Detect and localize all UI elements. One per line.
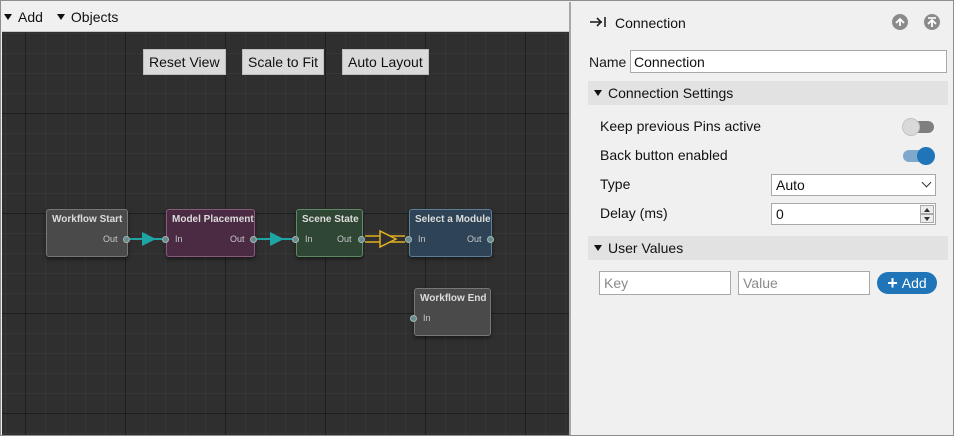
spin-up-icon[interactable] (920, 205, 934, 214)
arrow-into-icon (590, 15, 608, 33)
inspector-header: Connection (571, 2, 953, 44)
keep-pins-label: Keep previous Pins active (600, 118, 762, 134)
delay-value: 0 (776, 206, 784, 222)
node-workflow-end[interactable]: Workflow End In (410, 288, 491, 336)
user-values-header[interactable]: User Values (588, 236, 948, 260)
out-pin-label: Out (103, 234, 118, 244)
delay-spinbox[interactable]: 0 (771, 203, 936, 225)
graph-canvas[interactable]: Reset View Scale to Fit Auto Layout Work… (2, 33, 569, 435)
value-input[interactable] (738, 271, 870, 295)
add-menu-label: Add (18, 8, 43, 25)
section-title: User Values (608, 240, 684, 256)
keep-pins-toggle[interactable] (902, 118, 934, 136)
out-pin-label: Out (230, 234, 245, 244)
back-button-label: Back button enabled (600, 147, 728, 163)
name-label: Name (589, 54, 627, 70)
in-pin-label: In (423, 313, 431, 323)
node-scene-state[interactable]: Scene State In Out (292, 209, 365, 257)
name-input[interactable] (630, 50, 947, 73)
link-start-to-model[interactable] (130, 232, 162, 246)
key-input[interactable] (599, 271, 731, 295)
in-pin-label: In (175, 234, 183, 244)
node-workflow-start[interactable]: Workflow Start Out (46, 209, 130, 257)
arrow-top-icon[interactable] (924, 14, 940, 30)
caret-down-icon (56, 13, 65, 20)
out-pin-label: Out (467, 234, 482, 244)
out-pin[interactable] (487, 236, 494, 243)
graph-editor: Add Objects Reset View Scale to Fit Auto… (2, 2, 569, 435)
node-model-placement[interactable]: Model Placement In Out (162, 209, 257, 257)
type-label: Type (600, 176, 631, 192)
inspector-title: Connection (615, 15, 686, 31)
node-title: Model Placement (172, 214, 254, 225)
app-window: Add Objects Reset View Scale to Fit Auto… (0, 0, 954, 436)
node-title: Workflow Start (52, 214, 123, 225)
node-title: Scene State (302, 214, 359, 225)
toggle-knob (902, 118, 920, 136)
out-pin-label: Out (337, 234, 352, 244)
section-title: Connection Settings (608, 85, 734, 101)
node-title: Workflow End (420, 293, 487, 304)
chevron-down-icon (921, 177, 932, 188)
delay-label: Delay (ms) (600, 205, 668, 221)
plus-icon: + (887, 273, 898, 293)
in-pin[interactable] (405, 236, 412, 243)
editor-toolbar: Add Objects (2, 2, 569, 32)
toggle-knob (917, 147, 935, 165)
link-model-to-scene[interactable] (257, 232, 292, 246)
spin-buttons (920, 205, 934, 223)
inspector-panel: Connection Name Connection Settings Keep… (569, 2, 953, 435)
out-pin[interactable] (358, 236, 365, 243)
in-pin[interactable] (292, 236, 299, 243)
in-pin[interactable] (410, 315, 417, 322)
type-select-value: Auto (776, 177, 805, 193)
back-button-toggle[interactable] (903, 147, 935, 165)
out-pin[interactable] (123, 236, 130, 243)
node-select-a-module[interactable]: Select a Module In Out (405, 209, 494, 257)
caret-down-icon (594, 245, 602, 251)
arrow-up-icon[interactable] (892, 14, 908, 30)
link-scene-to-module-selected[interactable] (365, 229, 405, 249)
objects-menu[interactable]: Objects (56, 8, 119, 25)
caret-down-icon (4, 13, 12, 20)
in-pin-label: In (305, 234, 313, 244)
add-button-label: Add (901, 275, 927, 291)
type-select[interactable]: Auto (771, 174, 936, 196)
connection-settings-header[interactable]: Connection Settings (588, 81, 948, 105)
in-pin[interactable] (162, 236, 169, 243)
node-title: Select a Module (415, 214, 491, 225)
in-pin-label: In (418, 234, 426, 244)
add-user-value-button[interactable]: + Add (877, 272, 937, 294)
caret-down-icon (594, 90, 602, 96)
objects-menu-label: Objects (70, 8, 119, 25)
spin-down-icon[interactable] (920, 214, 934, 223)
add-menu[interactable]: Add (4, 9, 43, 25)
out-pin[interactable] (250, 236, 257, 243)
